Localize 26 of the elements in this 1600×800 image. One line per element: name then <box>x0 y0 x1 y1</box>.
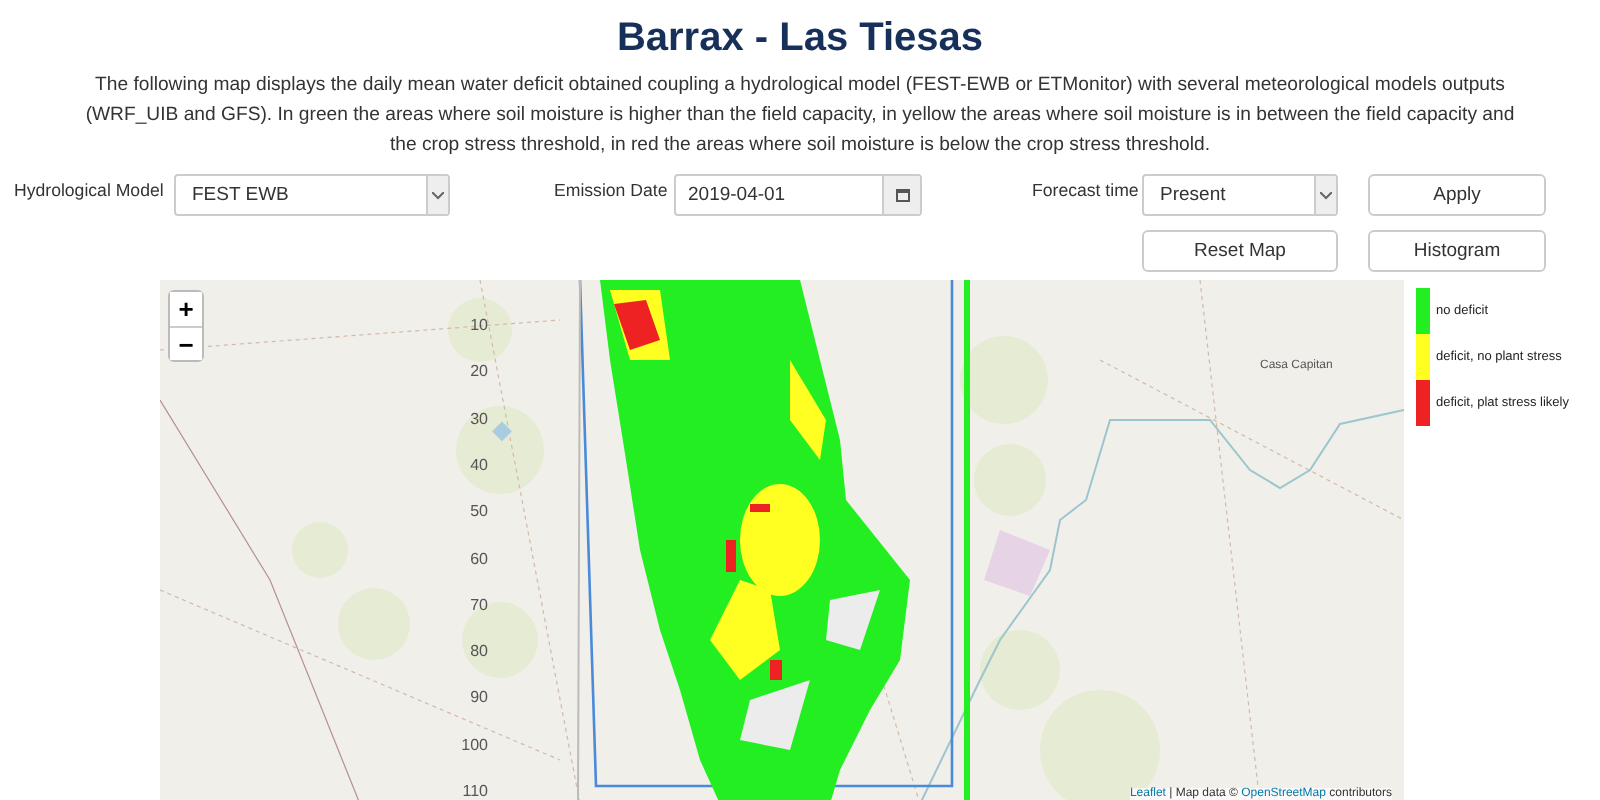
model-select[interactable]: FEST EWB <box>174 174 450 216</box>
axis-label: 70 <box>470 595 488 614</box>
calendar-icon <box>895 188 909 202</box>
axis-label: 80 <box>470 642 488 661</box>
caret-icon <box>1320 191 1332 199</box>
field-label: Forecast time <box>1032 178 1141 200</box>
field-label: Emission Date <box>554 178 670 200</box>
action-button[interactable]: Apply <box>1368 174 1546 216</box>
date-field[interactable]: 2019-04-01 <box>674 174 922 216</box>
axis-label: 30 <box>470 409 488 428</box>
axis-label: 100 <box>461 735 488 754</box>
axis-label: 50 <box>470 502 488 521</box>
axis-label: 60 <box>470 549 488 567</box>
axis-label: 90 <box>470 688 488 707</box>
forecast-select[interactable]: Present <box>1142 174 1338 216</box>
action-button[interactable]: Histogram <box>1368 230 1546 272</box>
axis-label: 10 <box>470 316 488 334</box>
axis-label: 20 <box>470 362 488 381</box>
axis-label: 110 <box>462 782 488 800</box>
page-title: Barrax - Las Tiesas <box>616 16 984 62</box>
description-text: The following map displays the daily mean water deficit obtained coupling a hydrological model (FEST-EWB or ETMonitor) with several meteorological models outputs (WRF_UIB and GFS). In green the areas where soil moisture is higher than the field capacity, in yellow the areas where soil moisture is in between the field capacity and the crop stress threshold, in red the areas where soil moisture is below the crop stress threshold. <box>83 72 1517 160</box>
field-label: Hydrological Model <box>14 178 166 200</box>
axis-label: 40 <box>470 455 488 474</box>
action-button[interactable]: Reset Map <box>1142 230 1338 272</box>
caret-icon <box>432 191 444 199</box>
zoom-out-button[interactable]: − <box>170 326 202 360</box>
